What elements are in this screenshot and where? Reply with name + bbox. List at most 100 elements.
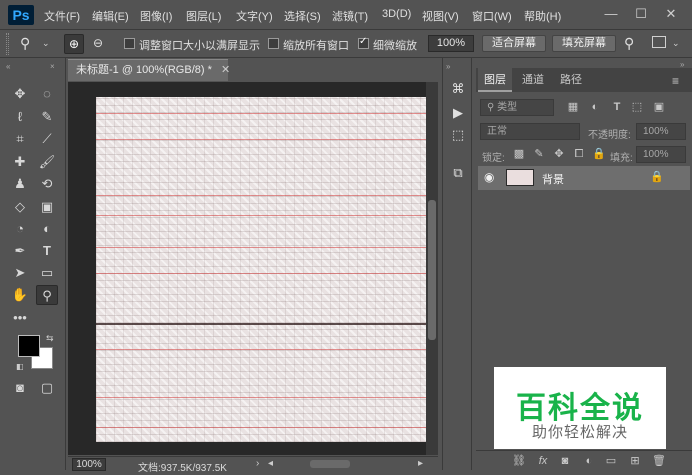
filter-smart-object-icon[interactable]: ▣ [652,100,666,114]
zoom-value-field[interactable]: 100% [428,35,474,52]
trash-icon[interactable]: 🗑 [652,454,666,468]
menu-select[interactable]: 选择(S) [284,8,321,24]
zoom-in-icon[interactable]: ⊕ [64,34,84,54]
menu-image[interactable]: 图像(I) [140,8,172,24]
scrubby-zoom-checkbox[interactable] [358,36,369,49]
zoom-out-icon[interactable]: ⊖ [88,34,108,54]
zoom-tool-preset-icon[interactable]: ⚲ [20,35,30,52]
add-mask-icon[interactable]: ◙ [558,454,572,468]
menu-file[interactable]: 文件(F) [44,8,80,24]
search-icon[interactable]: ⚲ [624,35,634,52]
adjustment-layer-icon[interactable]: ◐ [582,454,596,468]
fill-field[interactable]: 100% [636,146,686,163]
toolbox-close-icon[interactable]: × [50,62,55,71]
filter-shape-icon[interactable]: ⬚ [630,100,644,114]
panel-menu-icon[interactable]: ≡ [672,74,679,88]
close-icon[interactable]: ✕ [664,6,678,22]
eraser-icon[interactable]: ◇ [9,197,31,217]
toolbox-collapse-icon[interactable]: « [6,62,10,71]
resize-windows-checkbox[interactable] [124,38,135,49]
lock-position-icon[interactable]: ✥ [552,147,566,161]
history-panel-icon[interactable]: ⌘ [449,80,467,98]
stamp-icon[interactable]: ♟ [9,174,31,194]
menu-window[interactable]: 窗口(W) [472,8,512,24]
move-icon[interactable]: ✥ [9,84,31,104]
filter-type-icon[interactable]: T [610,100,624,114]
pen-icon[interactable]: ✒ [9,241,31,261]
new-group-icon[interactable]: ▭ [604,454,618,468]
maximize-icon[interactable]: ☐ [634,6,648,22]
menu-layer[interactable]: 图层(L) [186,8,221,24]
default-colors-icon[interactable]: ◧ [16,362,24,371]
new-layer-icon[interactable]: ⊞ [628,454,642,468]
path-select-icon[interactable]: ➤ [9,263,31,283]
lock-pixels-icon[interactable]: ✎ [532,147,546,161]
zoom-all-checkbox[interactable] [268,38,279,49]
status-zoom-field[interactable]: 100% [72,458,106,471]
history-brush-icon[interactable]: ⟲ [36,174,58,194]
tab-layers[interactable]: 图层 [478,68,512,92]
lock-artboard-icon[interactable]: ⧠ [572,147,586,161]
more-tools-icon[interactable]: ••• [9,308,31,328]
workspace-chevron-icon[interactable]: ⌄ [672,38,680,49]
menu-type[interactable]: 文字(Y) [236,8,273,24]
menu-view[interactable]: 视图(V) [422,8,459,24]
eyedropper-icon[interactable]: ⟋ [36,129,58,149]
filter-pixel-icon[interactable]: ▦ [566,100,580,114]
dodge-icon[interactable]: ◐ [36,219,58,239]
close-tab-icon[interactable]: ✕ [221,64,230,76]
brush-icon[interactable]: 🖌 [36,152,58,172]
quick-mask-icon[interactable]: ◙ [9,378,31,398]
blend-mode-select[interactable]: 正常 [480,123,580,140]
screen-mode-icon[interactable]: ▢ [36,378,58,398]
watermark-subtitle: 助你轻松解决 [531,424,628,441]
lock-transparent-icon[interactable]: ▩ [512,147,526,161]
menu-bar: Ps 文件(F) 编辑(E) 图像(I) 图层(L) 文字(Y) 选择(S) 滤… [0,0,692,30]
tab-paths[interactable]: 路径 [554,68,588,92]
chevron-down-icon[interactable]: ⌄ [42,38,50,49]
blur-icon[interactable]: ◔ [9,219,31,239]
grip-icon [6,33,9,55]
minimize-icon[interactable]: — [604,6,618,21]
filter-kind-select[interactable]: ⚲ 类型 [480,99,554,116]
lasso-icon[interactable]: ℓ [9,107,31,127]
filter-adjustment-icon[interactable]: ◐ [588,100,602,114]
fx-icon[interactable]: fx [536,454,550,468]
vertical-scroll-thumb[interactable] [428,200,436,340]
workspace-icon[interactable] [652,36,666,48]
quick-select-icon[interactable]: ✎ [36,107,58,127]
3d-panel-icon[interactable]: ⬚ [449,126,467,144]
type-icon[interactable]: T [36,241,58,261]
eye-icon[interactable]: ◉ [484,170,494,184]
menu-help[interactable]: 帮助(H) [524,8,561,24]
scroll-right-icon[interactable]: ▸ [418,458,423,469]
fill-screen-button[interactable]: 填充屏幕 [552,35,616,52]
fit-screen-button[interactable]: 适合屏幕 [482,35,546,52]
dock-expand-icon[interactable]: » [446,62,450,71]
document-canvas[interactable] [96,97,426,442]
rectangle-icon[interactable]: ▭ [36,263,58,283]
gradient-icon[interactable]: ▣ [36,197,58,217]
link-layers-icon[interactable]: ⛓ [512,454,526,468]
properties-panel-icon[interactable]: ⧉ [449,164,467,182]
opacity-value: 100% [643,126,669,137]
menu-3d[interactable]: 3D(D) [382,8,411,20]
scroll-left-icon[interactable]: ◂ [268,458,273,469]
horizontal-scroll-thumb[interactable] [310,460,350,468]
tab-channels[interactable]: 通道 [516,68,550,92]
document-tab[interactable]: 未标题-1 @ 100%(RGB/8) * ✕ [68,59,230,81]
lock-all-icon[interactable]: 🔒 [592,147,606,161]
status-menu-chevron-icon[interactable]: › [256,458,259,469]
healing-icon[interactable]: ✚ [9,152,31,172]
crop-icon[interactable]: ⌗ [9,129,31,149]
menu-filter[interactable]: 滤镜(T) [332,8,368,24]
zoom-icon[interactable]: ⚲ [36,285,58,305]
menu-edit[interactable]: 编辑(E) [92,8,129,24]
swap-colors-icon[interactable]: ⇆ [46,333,54,344]
hand-icon[interactable]: ✋ [9,285,31,305]
foreground-color-swatch[interactable] [18,335,40,357]
texture-red-line [96,427,426,428]
marquee-icon[interactable]: ◌ [36,84,58,104]
actions-play-icon[interactable]: ▶ [449,104,467,122]
opacity-field[interactable]: 100% [636,123,686,140]
